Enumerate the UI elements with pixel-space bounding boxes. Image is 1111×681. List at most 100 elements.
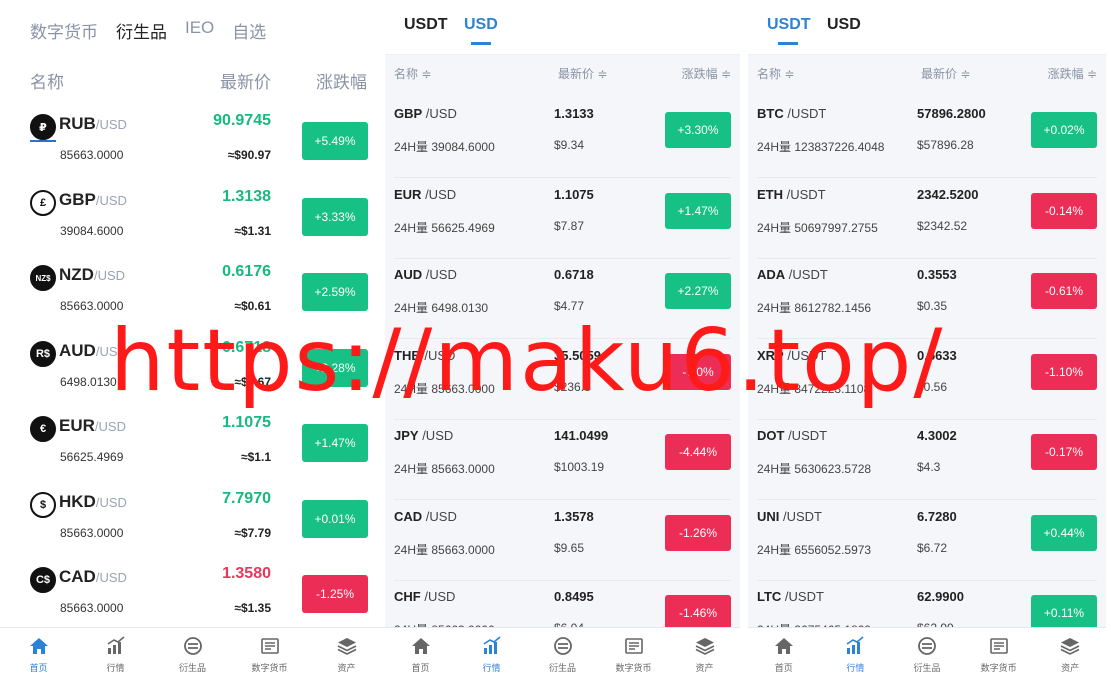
pair-row[interactable]: BTC /USDT 24H量 123837226.4048 57896.2800 $5… (757, 98, 1097, 178)
nav-label: 衍生品 (913, 662, 941, 673)
change-badge[interactable]: +2.27% (665, 273, 731, 309)
header-change[interactable]: 涨跌幅 ≑ (682, 65, 731, 82)
pair-row[interactable]: DOT /USDT 24H量 5630623.5728 4.3002 $4.3 -0.1… (757, 420, 1097, 500)
change-badge[interactable]: -0.14% (1031, 192, 1097, 229)
nav-label: 首页 (411, 662, 430, 673)
active-tab-indicator (471, 42, 491, 45)
pair-row[interactable]: GBP /USD 24H量 39084.6000 1.3133 $9.34 +3.30% (394, 98, 731, 178)
nav-item-home[interactable]: 首页 (748, 628, 820, 681)
cad-coin-icon: C$ (30, 567, 56, 593)
nav-item-digital-currency[interactable]: 数字货币 (598, 628, 669, 681)
nav-label: 首页 (29, 662, 48, 673)
latest-price: 57896.2800 (917, 106, 986, 121)
home-icon (774, 636, 794, 661)
converted-price: $4.3 (917, 460, 941, 474)
nav-item-assets-stack[interactable]: 资产 (1034, 628, 1106, 681)
quote-symbol: /USD (95, 494, 127, 510)
change-badge[interactable]: -1.26% (665, 514, 731, 551)
category-tab[interactable]: 自选 (232, 18, 266, 43)
currency-row[interactable]: £ GBP/USD 39084.6000 1.3138 ≈$1.31 +3.33% (30, 186, 368, 262)
change-badge[interactable]: +2.59% (302, 273, 368, 311)
nav-item-assets-stack[interactable]: 资产 (308, 628, 385, 681)
quote-symbol: /USD (93, 268, 126, 283)
change-badge[interactable]: +5.49% (302, 122, 368, 160)
tab-usd[interactable]: USD (464, 16, 498, 34)
pair-row[interactable]: JPY /USD 24H量 85663.0000 141.0499 $1003.19 -… (394, 420, 731, 500)
change-badge[interactable]: +3.30% (665, 112, 731, 148)
nav-label: 资产 (695, 662, 714, 673)
header-price[interactable]: 最新价 ≑ (921, 65, 970, 82)
nav-item-derivatives[interactable]: 衍生品 (154, 628, 231, 681)
header-name[interactable]: 名称 ≑ (757, 65, 794, 82)
change-badge[interactable]: -1.25% (302, 575, 368, 613)
change-badge[interactable]: -0.17% (1031, 434, 1097, 470)
pair-row[interactable]: ETH /USDT 24H量 50697997.2755 2342.5200 $234… (757, 179, 1097, 259)
nav-item-market-chart[interactable]: 行情 (77, 628, 154, 681)
nav-item-digital-currency[interactable]: 数字货币 (231, 628, 308, 681)
currency-row[interactable]: € EUR/USD 56625.4969 1.1075 ≈$1.1 +1.47% (30, 412, 368, 488)
pair-symbol: CHF /USD (394, 589, 455, 604)
nav-item-home[interactable]: 首页 (0, 628, 77, 681)
change-badge[interactable]: +3.33% (302, 197, 368, 236)
pair-symbol: NZD/USD (59, 265, 125, 285)
converted-price: ≈$1.35 (234, 601, 271, 615)
tab-usdt[interactable]: USDT (404, 16, 448, 34)
nav-label: 首页 (774, 662, 793, 673)
pair-symbol: GBP /USD (394, 106, 457, 121)
change-badge[interactable]: -4.44% (665, 434, 731, 470)
change-badge[interactable]: +1.47% (302, 424, 368, 462)
latest-price: 2342.5200 (917, 186, 979, 202)
volume-24h: 24H量 5630623.5728 (757, 462, 872, 476)
converted-price: $1003.19 (554, 460, 605, 474)
quote-symbol: /USD (418, 428, 454, 443)
nav-item-market-chart[interactable]: 行情 (820, 628, 892, 681)
change-badge[interactable]: +1.47% (665, 192, 731, 229)
derivatives-icon (183, 636, 203, 661)
latest-price: 1.3138 (222, 187, 271, 205)
nav-item-derivatives[interactable]: 衍生品 (527, 628, 598, 681)
pair-row[interactable]: UNI /USDT 24H量 6556052.5973 6.7280 $6.72 +0.… (757, 501, 1097, 581)
nav-item-derivatives[interactable]: 衍生品 (891, 628, 963, 681)
header-change[interactable]: 涨跌幅 ≑ (1048, 65, 1097, 82)
nav-item-home[interactable]: 首页 (385, 628, 456, 681)
volume-24h: 24H量 50697997.2755 (757, 220, 878, 235)
change-badge[interactable]: +0.02% (1031, 112, 1097, 148)
change-badge[interactable]: +0.11% (1031, 595, 1097, 631)
nav-item-market-chart[interactable]: 行情 (456, 628, 527, 681)
volume-24h: 24H量 39084.6000 (394, 140, 495, 154)
change-badge[interactable]: -1.10% (1031, 353, 1097, 390)
header-name[interactable]: 名称 ≑ (394, 65, 431, 82)
base-symbol: DOT (757, 428, 785, 443)
tab-usd[interactable]: USD (827, 16, 861, 34)
change-badge[interactable]: +0.44% (1031, 514, 1097, 551)
nav-label: 行情 (482, 662, 501, 673)
tab-usdt[interactable]: USDT (767, 16, 811, 34)
nav-label: 行情 (106, 662, 125, 673)
base-symbol: EUR (59, 416, 95, 435)
latest-price: 1.1075 (554, 186, 594, 202)
currency-row[interactable]: ₽ RUB/USD 85663.0000 90.9745 ≈$90.97 +5.49% (30, 110, 368, 186)
volume-24h: 24H量 123837226.4048 (757, 140, 885, 154)
header-name: 名称 (30, 73, 64, 92)
header-price[interactable]: 最新价 ≑ (558, 65, 607, 82)
category-tab[interactable]: 数字货币 (30, 18, 98, 43)
category-tab[interactable]: IEO (185, 18, 214, 43)
assets-stack-icon (1060, 636, 1080, 661)
quote-symbol: /USD (422, 508, 457, 524)
pair-row[interactable]: CAD /USD 24H量 85663.0000 1.3578 $9.65 -1.26% (394, 501, 731, 581)
nav-label: 资产 (1061, 662, 1080, 673)
change-badge[interactable]: -0.61% (1031, 273, 1097, 309)
quote-tabs: USDT USD (385, 0, 740, 55)
category-tab[interactable]: 衍生品 (116, 18, 167, 43)
nav-item-digital-currency[interactable]: 数字货币 (963, 628, 1035, 681)
change-badge[interactable]: +0.01% (302, 499, 368, 538)
nav-label: 行情 (846, 662, 865, 673)
quote-tabs: USDT USD (748, 0, 1106, 55)
assets-stack-icon (695, 636, 715, 661)
header-price: 最新价 (220, 73, 271, 92)
nav-item-assets-stack[interactable]: 资产 (669, 628, 740, 681)
pair-row[interactable]: EUR /USD 24H量 56625.4969 1.1075 $7.87 +1.47% (394, 179, 731, 259)
currency-row[interactable]: $ HKD/USD 85663.0000 7.7970 ≈$7.79 +0.01% (30, 488, 368, 564)
change-badge[interactable]: -1.46% (665, 595, 731, 631)
latest-price: 0.6718 (554, 267, 594, 282)
